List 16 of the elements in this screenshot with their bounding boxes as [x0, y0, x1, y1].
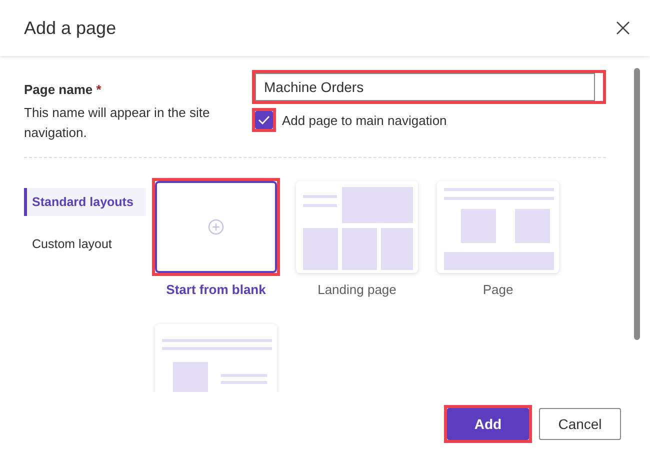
scrollbar-thumb[interactable] [634, 68, 640, 340]
template-label: Page [482, 282, 514, 297]
template-label: Start from blank [166, 282, 266, 297]
add-button[interactable]: Add [447, 408, 529, 440]
dialog-title: Add a page [24, 18, 116, 38]
page-name-field[interactable]: Machine Orders [255, 73, 595, 101]
checkbox-label: Add page to main navigation [282, 112, 447, 128]
check-icon [258, 115, 270, 125]
layout-tab[interactable]: Custom layout [24, 230, 146, 258]
field-label: Page name * [24, 82, 102, 97]
template-label: Landing page [318, 282, 396, 297]
cancel-button[interactable]: Cancel [539, 408, 621, 440]
add-icon [208, 219, 224, 235]
field-description: This name will appear in the site navigation. [24, 104, 211, 142]
close-icon[interactable] [614, 19, 632, 37]
layout-tab[interactable]: Standard layouts [24, 188, 146, 216]
